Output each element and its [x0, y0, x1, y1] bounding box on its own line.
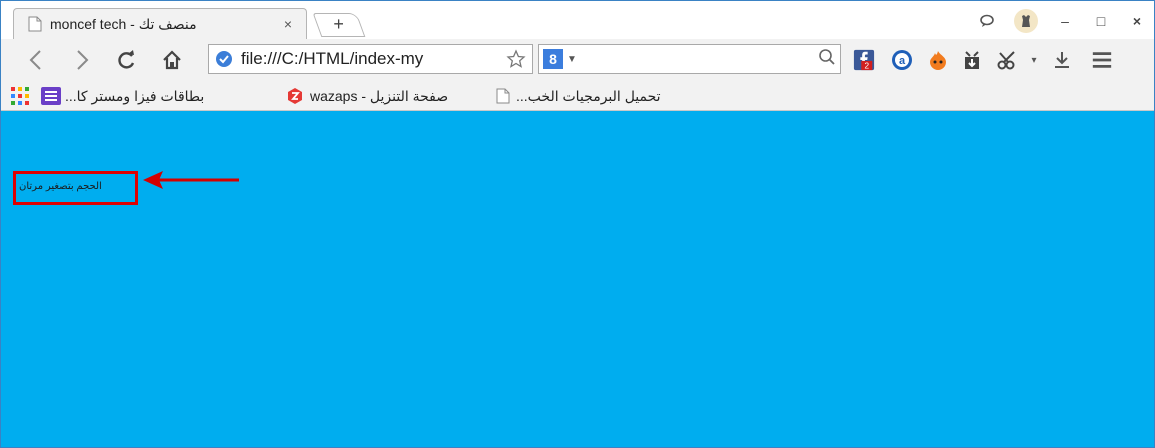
search-engine-icon[interactable]: 8 [543, 49, 563, 69]
reload-icon [118, 50, 135, 69]
arrow-annotation [143, 171, 239, 189]
search-icon[interactable] [818, 48, 836, 71]
scissors-dropdown-icon[interactable]: ▾ [1023, 49, 1045, 71]
download-ext-icon[interactable] [961, 49, 983, 71]
minimize-button[interactable]: – [1056, 12, 1074, 30]
tab-title: moncef tech - منصف تك [50, 15, 197, 32]
menu-icon[interactable] [1091, 49, 1113, 71]
browser-window: moncef tech - منصف تك × + – □ × file:///… [0, 0, 1155, 448]
tab-strip: moncef tech - منصف تك × + – □ × [1, 1, 1154, 39]
window-controls: – □ × [978, 9, 1146, 33]
forward-icon [77, 50, 89, 70]
page-icon [28, 16, 42, 32]
list-icon [41, 87, 61, 105]
star-icon[interactable] [506, 49, 526, 69]
toolbar: file:///C:/HTML/index-my 8 ▼ 2 a ▾ [1, 39, 1154, 81]
secure-icon [216, 51, 232, 67]
page-viewport [1, 111, 1154, 161]
page-body [1, 161, 1154, 447]
bookmark-label: wazaps - صفحة التنزيل [310, 87, 449, 104]
wazaps-icon [288, 88, 302, 104]
apps-button[interactable] [11, 85, 29, 107]
chevron-down-icon[interactable]: ▼ [567, 54, 577, 65]
address-bar[interactable]: file:///C:/HTML/index-my [208, 44, 533, 74]
search-box[interactable]: 8 ▼ [538, 44, 841, 74]
close-window-button[interactable]: × [1128, 12, 1146, 30]
url-text: file:///C:/HTML/index-my [241, 49, 424, 68]
svg-text:a: a [899, 55, 906, 67]
bookmark-wazaps[interactable]: wazaps - صفحة التنزيل [286, 85, 448, 107]
home-icon [163, 50, 181, 70]
scissors-icon[interactable] [997, 49, 1019, 71]
back-button[interactable] [23, 47, 49, 73]
tab-close-icon[interactable]: × [280, 16, 296, 32]
profile-avatar[interactable] [1014, 9, 1038, 33]
tab-moncef-tech[interactable]: moncef tech - منصف تك × [13, 8, 307, 39]
page-text: الحجم بتصغير مرتان [19, 181, 102, 192]
bookmark-software-download[interactable]: تحميل البرمجيات الخب... [496, 85, 661, 107]
apps-icon [11, 87, 29, 105]
home-button[interactable] [159, 47, 185, 73]
new-tab-button[interactable]: + [312, 13, 366, 37]
hola-icon[interactable] [927, 49, 949, 71]
page-icon [496, 88, 510, 104]
download-icon[interactable] [1051, 49, 1073, 71]
forward-button[interactable] [69, 47, 95, 73]
avast-icon[interactable]: a [891, 49, 913, 71]
facebook-icon[interactable]: 2 [853, 49, 875, 71]
plus-icon: + [333, 14, 344, 34]
chat-icon[interactable] [978, 12, 996, 30]
bookmark-label: بطاقات فيزا ومستر كا... [65, 87, 205, 104]
bookmark-visa-cards[interactable]: بطاقات فيزا ومستر كا... [41, 85, 204, 107]
back-icon [29, 50, 41, 70]
maximize-button[interactable]: □ [1092, 12, 1110, 30]
reload-button[interactable] [113, 47, 139, 73]
facebook-badge: 2 [864, 62, 869, 71]
bookmark-label: تحميل البرمجيات الخب... [516, 87, 661, 104]
bookmarks-bar: بطاقات فيزا ومستر كا... wazaps - صفحة ال… [1, 81, 1154, 111]
